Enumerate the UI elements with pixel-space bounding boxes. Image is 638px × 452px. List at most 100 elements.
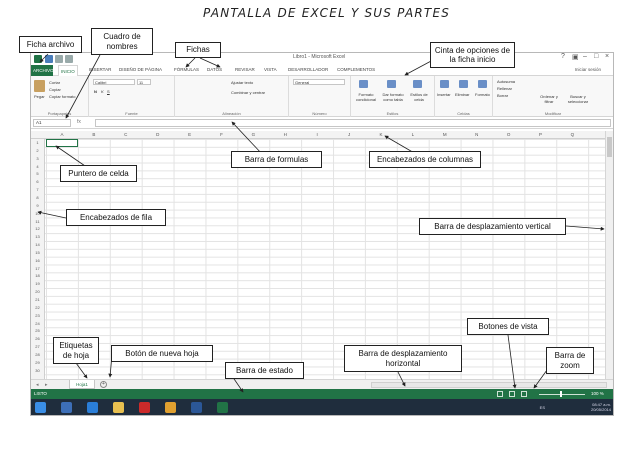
- column-header[interactable]: G: [237, 132, 269, 137]
- cell-styles-icon[interactable]: [413, 80, 422, 88]
- autosum-button[interactable]: Autosuma: [497, 79, 515, 84]
- row-header[interactable]: 27: [31, 344, 44, 349]
- wrap-text-button[interactable]: Ajustar texto: [231, 80, 253, 85]
- vertical-scrollbar[interactable]: [605, 131, 613, 379]
- fx-icon[interactable]: fx: [77, 119, 81, 125]
- row-header[interactable]: 2: [31, 148, 44, 153]
- find-select-button[interactable]: Buscar y seleccionar: [563, 94, 593, 104]
- chrome-icon[interactable]: [165, 402, 176, 413]
- ribbon-display-button[interactable]: ▣: [572, 53, 579, 61]
- column-header[interactable]: J: [333, 132, 365, 137]
- file-explorer-icon[interactable]: [113, 402, 124, 413]
- sort-filter-button[interactable]: Ordenar y filtrar: [537, 94, 561, 104]
- row-header[interactable]: 29: [31, 360, 44, 365]
- column-header[interactable]: L: [397, 132, 429, 137]
- tab-desarrollador[interactable]: DESARROLLADOR: [288, 67, 328, 72]
- row-header[interactable]: 8: [31, 195, 44, 200]
- media-player-icon[interactable]: [61, 402, 72, 413]
- delete-cells-icon[interactable]: [459, 80, 468, 88]
- word-icon[interactable]: [191, 402, 202, 413]
- row-header[interactable]: 21: [31, 297, 44, 302]
- column-header[interactable]: B: [78, 132, 110, 137]
- undo-icon[interactable]: [55, 55, 63, 63]
- column-header[interactable]: I: [301, 132, 333, 137]
- row-header[interactable]: 23: [31, 313, 44, 318]
- row-header[interactable]: 24: [31, 321, 44, 326]
- clear-button[interactable]: Borrar: [497, 93, 508, 98]
- user-sign-in[interactable]: Iniciar sesión: [575, 67, 601, 72]
- insert-cells-icon[interactable]: [440, 80, 449, 88]
- column-header[interactable]: Q: [556, 132, 588, 137]
- row-header[interactable]: 18: [31, 273, 44, 278]
- horizontal-scrollbar[interactable]: [371, 382, 607, 388]
- opera-icon[interactable]: [139, 402, 150, 413]
- row-header[interactable]: 6: [31, 179, 44, 184]
- tab-formulas[interactable]: FÓRMULAS: [174, 67, 199, 72]
- copy-button[interactable]: Copiar: [49, 87, 61, 92]
- cell-styles-button[interactable]: Estilos de celda: [407, 92, 431, 102]
- zoom-level[interactable]: 100 %: [591, 391, 604, 396]
- row-header[interactable]: 11: [31, 219, 44, 224]
- tab-complementos[interactable]: COMPLEMENTOS: [337, 67, 375, 72]
- row-header[interactable]: 14: [31, 242, 44, 247]
- row-header[interactable]: 20: [31, 289, 44, 294]
- number-format-select[interactable]: General: [293, 79, 345, 85]
- tab-archivo[interactable]: ARCHIVO: [31, 65, 54, 76]
- font-size-select[interactable]: 11: [137, 79, 151, 85]
- row-header[interactable]: 25: [31, 328, 44, 333]
- merge-center-button[interactable]: Combinar y centrar: [231, 90, 265, 95]
- scroll-thumb[interactable]: [607, 137, 612, 157]
- column-header[interactable]: P: [525, 132, 557, 137]
- redo-icon[interactable]: [65, 55, 73, 63]
- format-table-icon[interactable]: [387, 80, 396, 88]
- zoom-slider-thumb[interactable]: [560, 391, 562, 397]
- column-header[interactable]: K: [365, 132, 397, 137]
- bold-icon[interactable]: N: [94, 89, 97, 94]
- tab-datos[interactable]: DATOS: [207, 67, 222, 72]
- column-header[interactable]: F: [206, 132, 238, 137]
- internet-explorer-icon[interactable]: [87, 402, 98, 413]
- column-header[interactable]: N: [461, 132, 493, 137]
- conditional-format-button[interactable]: Formato condicional: [353, 92, 379, 102]
- row-header[interactable]: 9: [31, 203, 44, 208]
- row-header[interactable]: 15: [31, 250, 44, 255]
- row-header[interactable]: 7: [31, 187, 44, 192]
- row-header[interactable]: 1: [31, 140, 44, 145]
- fill-button[interactable]: Rellenar: [497, 86, 512, 91]
- row-header[interactable]: 19: [31, 281, 44, 286]
- row-header[interactable]: 30: [31, 368, 44, 373]
- column-header[interactable]: A: [46, 132, 78, 137]
- cut-button[interactable]: Cortar: [49, 80, 60, 85]
- row-header[interactable]: 22: [31, 305, 44, 310]
- row-header[interactable]: 28: [31, 352, 44, 357]
- zoom-slider[interactable]: [539, 394, 585, 395]
- conditional-format-icon[interactable]: [359, 80, 368, 88]
- page-layout-view-icon[interactable]: [509, 391, 515, 397]
- row-header[interactable]: 26: [31, 336, 44, 341]
- tab-diseno-pagina[interactable]: DISEÑO DE PÁGINA: [119, 67, 162, 72]
- tray-language[interactable]: ES: [540, 405, 545, 410]
- row-header[interactable]: 13: [31, 234, 44, 239]
- formula-input[interactable]: [95, 119, 611, 127]
- name-box[interactable]: A1: [33, 119, 71, 127]
- column-header[interactable]: H: [269, 132, 301, 137]
- font-name-select[interactable]: Calibri: [93, 79, 135, 85]
- column-header[interactable]: D: [142, 132, 174, 137]
- row-header[interactable]: 10: [31, 211, 44, 216]
- row-header[interactable]: 12: [31, 226, 44, 231]
- row-header[interactable]: 17: [31, 266, 44, 271]
- minimize-button[interactable]: –: [583, 53, 587, 60]
- new-sheet-button[interactable]: +: [100, 381, 107, 388]
- delete-button[interactable]: Eliminar: [455, 92, 469, 97]
- maximize-button[interactable]: □: [594, 53, 598, 60]
- close-button[interactable]: ×: [605, 53, 609, 60]
- sheet-prev-icon[interactable]: ◂: [36, 382, 39, 388]
- underline-icon[interactable]: S: [107, 89, 110, 94]
- start-icon[interactable]: [35, 402, 46, 413]
- excel-taskbar-icon[interactable]: [217, 402, 228, 413]
- insert-button[interactable]: Insertar: [437, 92, 451, 97]
- italic-icon[interactable]: K: [101, 89, 104, 94]
- row-header[interactable]: 3: [31, 156, 44, 161]
- row-header[interactable]: 4: [31, 164, 44, 169]
- normal-view-icon[interactable]: [497, 391, 503, 397]
